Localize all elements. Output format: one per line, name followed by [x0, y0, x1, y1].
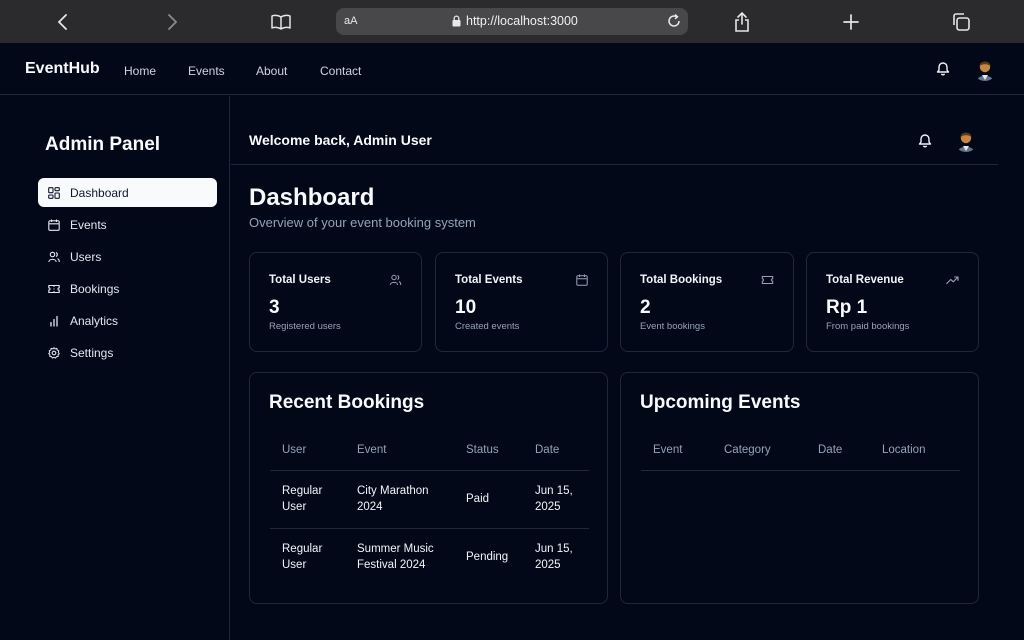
- stat-value: Rp 1: [826, 297, 868, 318]
- sidebar-item-settings[interactable]: Settings: [38, 338, 217, 367]
- recent-bookings-panel: Recent Bookings User Event Status Date R…: [249, 372, 608, 604]
- cell-user: Regular User: [270, 470, 345, 529]
- admin-sidebar: Admin Panel Dashboard Events Users Booki…: [0, 96, 230, 640]
- cell-status: Pending: [466, 551, 509, 564]
- table-row[interactable]: Regular User City Marathon 2024 Paid Jun…: [270, 470, 589, 529]
- calendar-icon: [576, 274, 588, 286]
- sidebar-item-label: Users: [70, 249, 102, 264]
- new-tab-icon[interactable]: [838, 9, 864, 35]
- lock-icon: [452, 15, 461, 27]
- calendar-icon: [48, 219, 60, 231]
- welcome-message: Welcome back, Admin User: [249, 132, 432, 148]
- stat-description: From paid bookings: [826, 321, 910, 332]
- sidebar-item-label: Bookings: [70, 281, 120, 296]
- column-header: Event: [641, 430, 712, 471]
- ticket-icon: [761, 274, 774, 286]
- trending-up-icon: [946, 274, 959, 286]
- nav-link-about[interactable]: About: [256, 64, 287, 78]
- sidebar-item-label: Events: [70, 217, 107, 232]
- reader-book-icon[interactable]: [268, 9, 294, 35]
- page-title: Dashboard: [249, 184, 375, 211]
- users-icon: [48, 251, 60, 263]
- url-text: http://localhost:3000: [466, 14, 578, 28]
- browser-toolbar: aA http://localhost:3000: [0, 0, 1024, 43]
- reload-icon[interactable]: [666, 13, 682, 29]
- page-subtitle: Overview of your event booking system: [249, 215, 476, 230]
- cell-user: Regular User: [282, 543, 323, 572]
- bell-icon[interactable]: [935, 60, 951, 76]
- column-header: Event: [345, 430, 454, 471]
- nav-link-events[interactable]: Events: [188, 64, 225, 78]
- table-row[interactable]: Regular User Summer Music Festival 2024 …: [270, 528, 589, 586]
- gear-icon: [48, 346, 60, 359]
- stat-card-events: Total Events 10 Created events: [435, 252, 608, 352]
- brand-logo[interactable]: EventHub: [25, 60, 100, 78]
- cell-event: Summer Music Festival 2024: [357, 543, 434, 572]
- column-header: Date: [806, 430, 870, 471]
- sidebar-title: Admin Panel: [45, 134, 161, 155]
- top-navbar: EventHub Home Events About Contact: [0, 43, 1024, 95]
- column-header: Location: [870, 430, 960, 471]
- stat-label: Total Events: [455, 274, 523, 286]
- sidebar-item-label: Settings: [70, 345, 114, 360]
- stat-card-bookings: Total Bookings 2 Event bookings: [620, 252, 794, 352]
- avatar[interactable]: [973, 57, 997, 81]
- main-header: Welcome back, Admin User: [231, 116, 998, 165]
- panel-title: Recent Bookings: [269, 392, 425, 413]
- ticket-icon: [48, 283, 60, 295]
- panel-title: Upcoming Events: [640, 392, 801, 413]
- stat-value: 2: [640, 297, 651, 318]
- cell-status: Paid: [454, 470, 523, 529]
- stat-label: Total Revenue: [826, 274, 904, 286]
- column-header: Status: [454, 430, 523, 471]
- tabs-overview-icon[interactable]: [948, 9, 974, 35]
- nav-link-contact[interactable]: Contact: [320, 64, 361, 78]
- stat-description: Event bookings: [640, 321, 705, 332]
- cell-event: City Marathon 2024: [345, 470, 454, 529]
- sidebar-item-users[interactable]: Users: [38, 242, 217, 271]
- stat-label: Total Users: [269, 274, 331, 286]
- sidebar-item-events[interactable]: Events: [38, 210, 217, 239]
- column-header: Category: [712, 430, 806, 471]
- stat-value: 3: [269, 297, 280, 318]
- sidebar-item-bookings[interactable]: Bookings: [38, 274, 217, 303]
- stat-card-users: Total Users 3 Registered users: [249, 252, 422, 352]
- dashboard-icon: [48, 186, 60, 199]
- sidebar-item-analytics[interactable]: Analytics: [38, 306, 217, 335]
- table-header-row: Event Category Date Location: [641, 430, 960, 471]
- column-header: User: [270, 430, 345, 471]
- avatar[interactable]: [954, 128, 978, 152]
- share-icon[interactable]: [729, 9, 755, 35]
- sidebar-item-dashboard[interactable]: Dashboard: [38, 178, 217, 207]
- cell-date: Jun 15, 2025: [523, 470, 589, 529]
- cell-date: Jun 15, 2025: [535, 543, 573, 572]
- stat-value: 10: [455, 297, 477, 318]
- bell-icon[interactable]: [917, 132, 933, 148]
- recent-bookings-table: User Event Status Date Regular User City…: [270, 430, 589, 586]
- sidebar-item-label: Dashboard: [70, 185, 129, 200]
- stat-card-revenue: Total Revenue Rp 1 From paid bookings: [806, 252, 979, 352]
- upcoming-events-panel: Upcoming Events Event Category Date Loca…: [620, 372, 979, 604]
- stat-label: Total Bookings: [640, 274, 723, 286]
- nav-link-home[interactable]: Home: [124, 64, 156, 78]
- stat-description: Registered users: [269, 321, 341, 332]
- sidebar-item-label: Analytics: [70, 313, 119, 328]
- text-size-button[interactable]: aA: [344, 15, 357, 27]
- stat-description: Created events: [455, 321, 520, 332]
- address-bar[interactable]: aA http://localhost:3000: [336, 8, 688, 35]
- upcoming-events-table: Event Category Date Location: [641, 430, 960, 471]
- users-icon: [389, 274, 402, 286]
- table-header-row: User Event Status Date: [270, 430, 589, 471]
- column-header: Date: [523, 430, 589, 471]
- back-icon[interactable]: [50, 9, 76, 35]
- forward-icon[interactable]: [159, 9, 185, 35]
- bar-chart-icon: [48, 315, 60, 327]
